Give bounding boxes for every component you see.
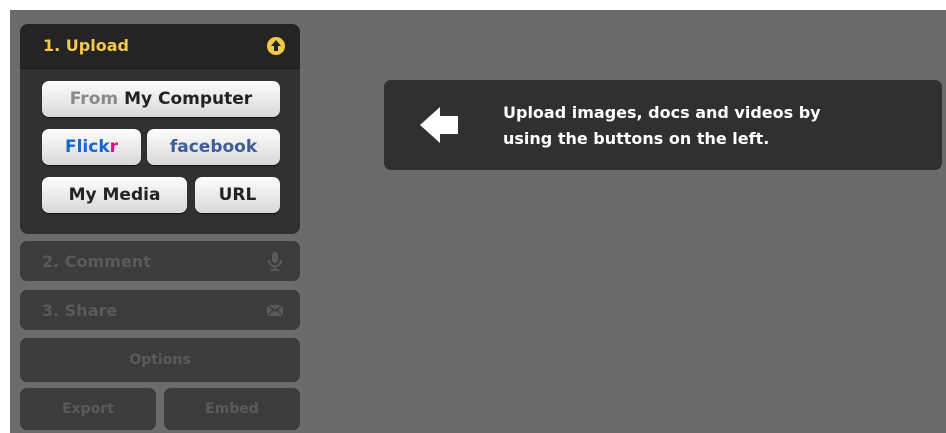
envelope-icon [266,304,284,317]
export-label: Export [62,401,114,417]
options-label: Options [129,352,191,368]
from-label: From [69,89,119,109]
facebook-label: facebook [169,137,258,157]
hint-line-1: Upload images, docs and videos by [503,103,821,122]
my-media-button[interactable]: My Media [42,177,187,213]
url-label: URL [218,185,257,205]
flickr-button[interactable]: Flick r [42,129,141,165]
upload-arrow-icon [267,37,285,55]
share-step[interactable]: 3. Share [20,290,300,330]
url-button[interactable]: URL [195,177,280,213]
microphone-icon [268,252,282,271]
upload-hint-box: Upload images, docs and videos by using … [384,80,942,170]
export-button[interactable]: Export [20,388,156,430]
upload-panel-header[interactable]: 1. Upload [20,24,300,69]
my-media-label: My Media [68,185,161,205]
hint-text: Upload images, docs and videos by using … [503,100,923,152]
hint-line-2: using the buttons on the left. [503,129,770,148]
upload-panel: 1. Upload From My Computer Flick r facebo… [20,24,300,234]
flickr-label-main: Flick [64,137,110,157]
upload-panel-title: 1. Upload [43,36,129,55]
app-stage: 1. Upload From My Computer Flick r facebo… [10,10,946,433]
comment-step[interactable]: 2. Comment [20,241,300,281]
share-step-label: 3. Share [42,301,118,320]
left-arrow-icon [420,107,458,143]
embed-label: Embed [205,401,259,417]
facebook-button[interactable]: facebook [147,129,280,165]
options-button[interactable]: Options [20,338,300,382]
comment-step-label: 2. Comment [42,252,151,271]
flickr-label-r: r [109,137,119,157]
from-my-computer-button[interactable]: From My Computer [42,81,280,117]
embed-button[interactable]: Embed [164,388,300,430]
my-computer-label: My Computer [124,89,253,109]
